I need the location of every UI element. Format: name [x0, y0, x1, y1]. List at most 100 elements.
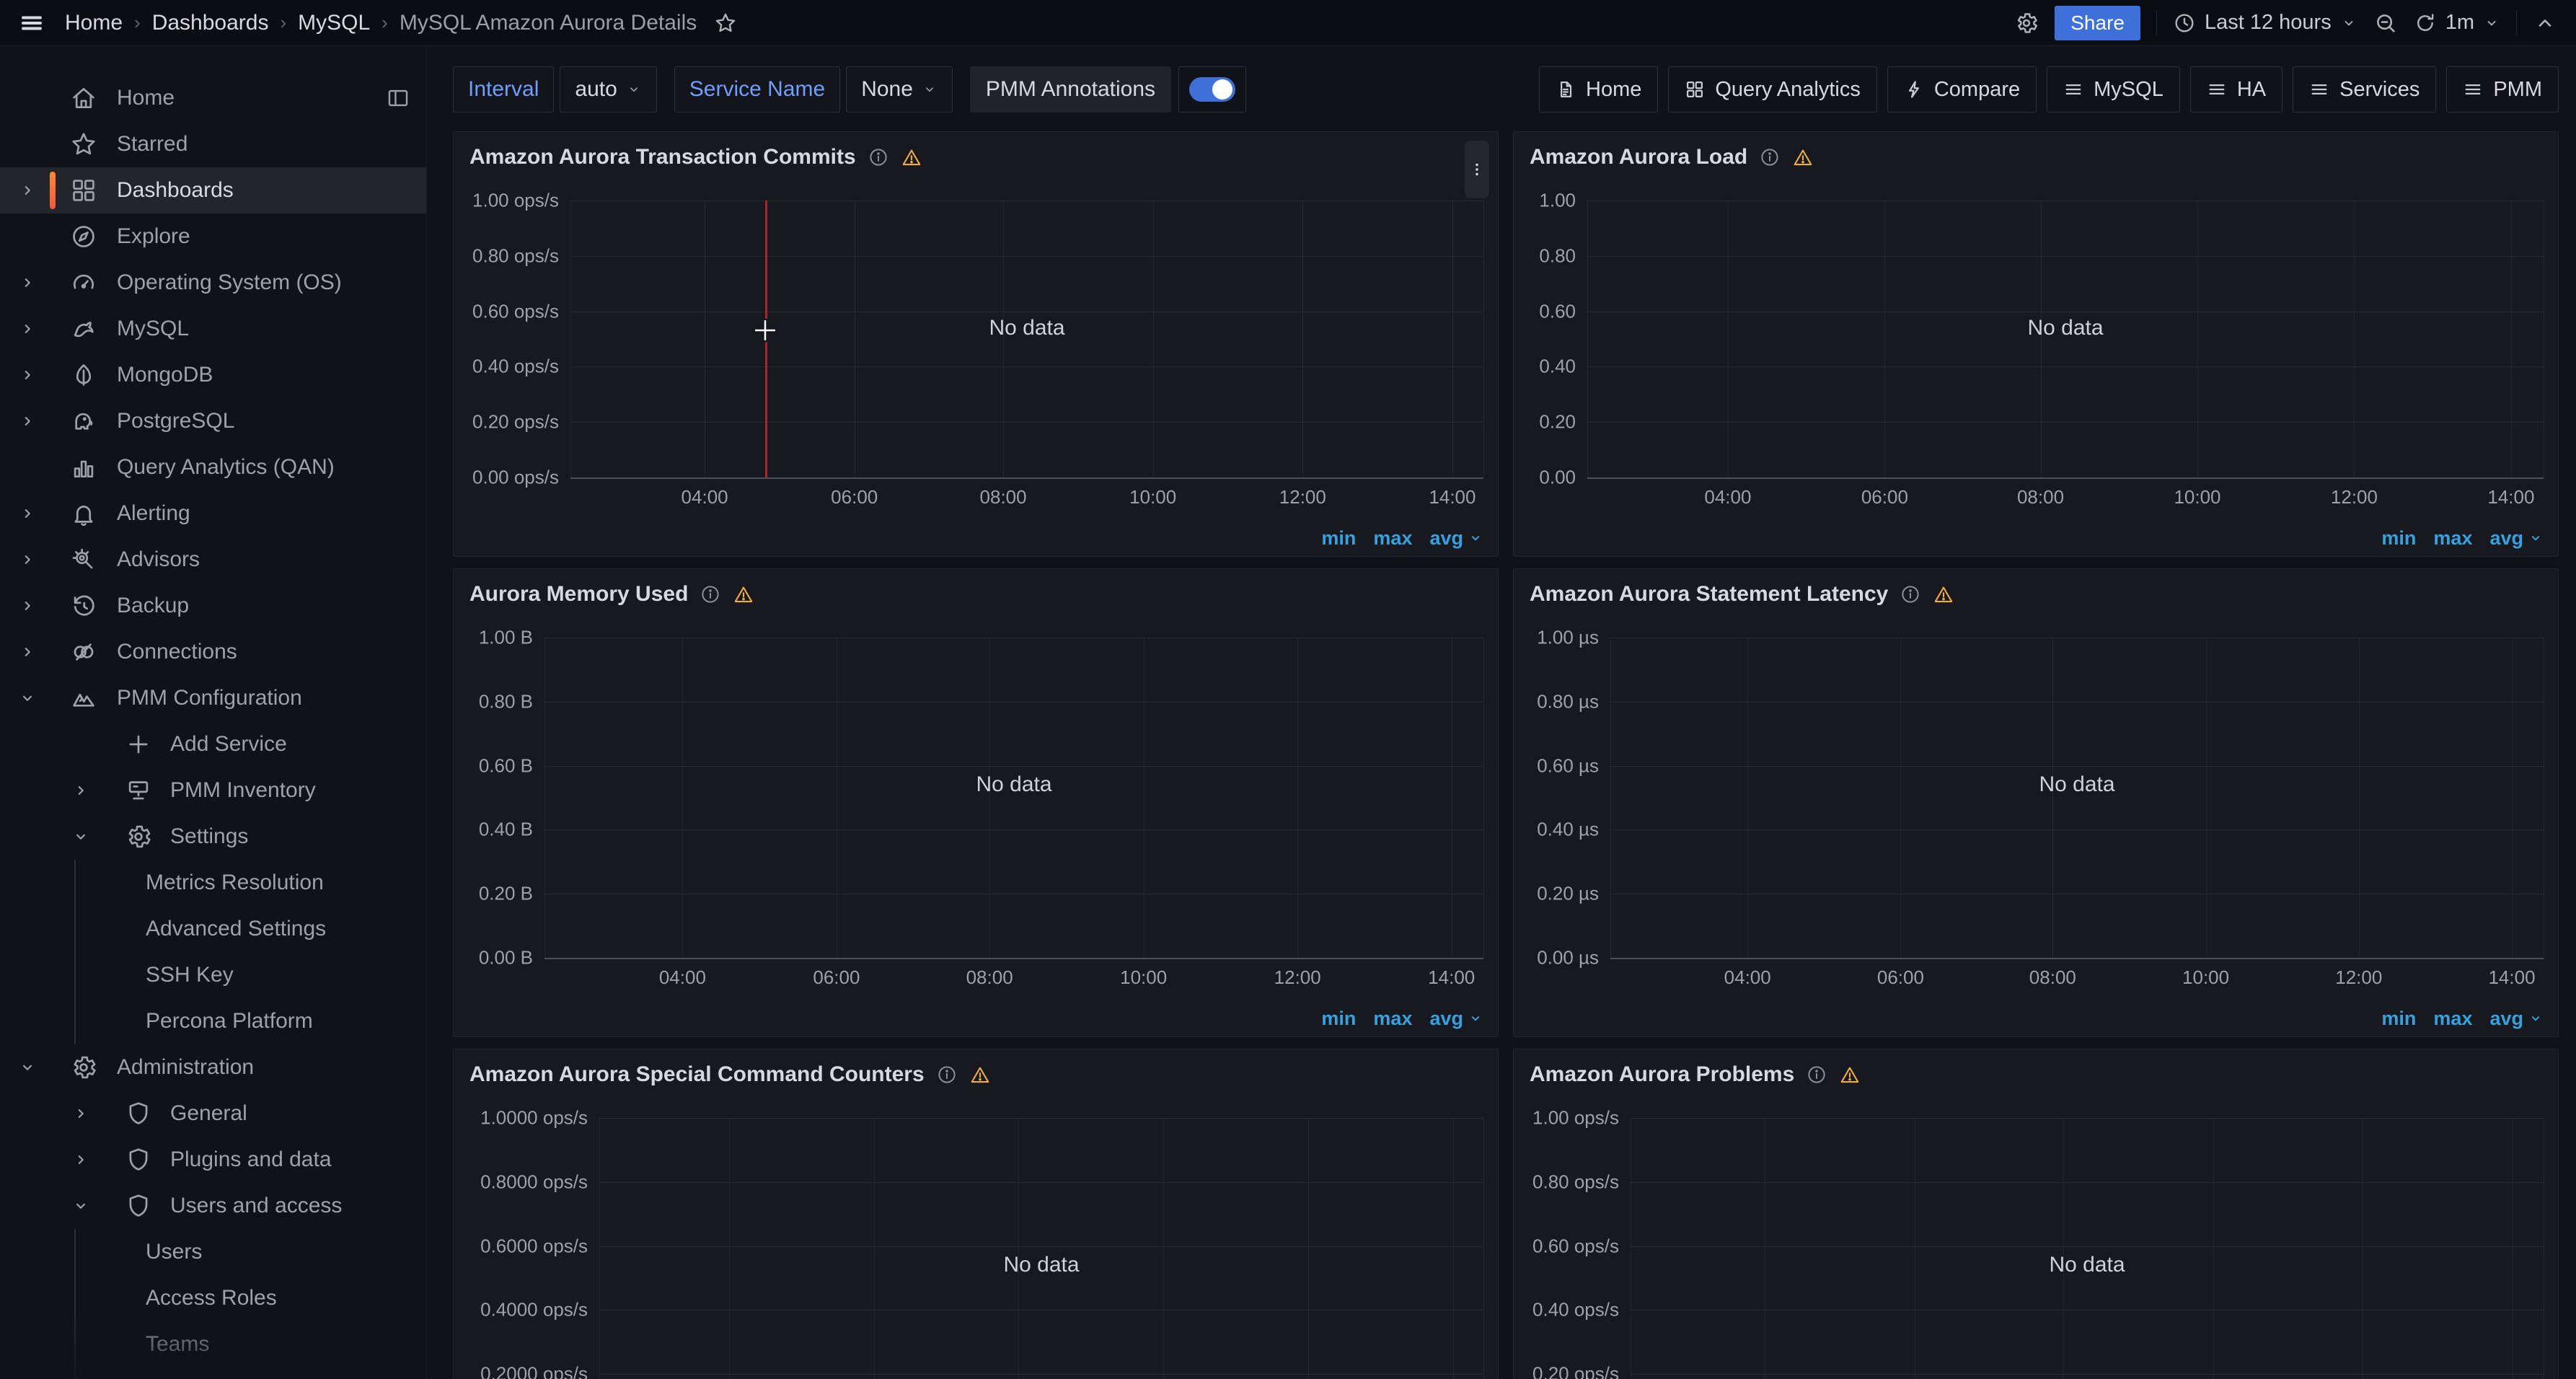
chevron-right-icon[interactable]	[17, 320, 38, 338]
panel-title[interactable]: Amazon Aurora Transaction Commits	[469, 145, 856, 169]
legend-calc-min[interactable]: min	[2381, 1008, 2416, 1030]
breadcrumb-item[interactable]: Dashboards	[152, 11, 269, 35]
legend-calc-min[interactable]: min	[1321, 527, 1356, 550]
sidebar-item-percona-platform[interactable]: Percona Platform	[0, 998, 426, 1044]
sidebar-item-starred[interactable]: Starred	[0, 121, 426, 167]
dashboard-link-mysql[interactable]: MySQL	[2047, 66, 2180, 113]
dashboard-link-compare[interactable]: Compare	[1887, 66, 2037, 113]
dock-sidebar-icon[interactable]	[386, 86, 410, 110]
sidebar-item-advisors[interactable]: Advisors	[0, 537, 426, 583]
chevron-down-icon[interactable]	[17, 1058, 38, 1077]
dashboard-link-home[interactable]: Home	[1539, 66, 1658, 113]
info-icon[interactable]	[1759, 146, 1781, 168]
chevron-down-icon[interactable]	[17, 689, 38, 708]
legend-calc-max[interactable]: max	[2433, 527, 2472, 550]
panel-title[interactable]: Amazon Aurora Statement Latency	[1530, 582, 1888, 607]
sidebar-item-ssh-key[interactable]: SSH Key	[0, 952, 426, 998]
info-icon[interactable]	[936, 1064, 958, 1085]
service-name-dropdown[interactable]: None	[846, 66, 953, 113]
legend-calc-avg[interactable]: avg	[1429, 1008, 1483, 1030]
sidebar-item-pmm-inventory[interactable]: PMM Inventory	[0, 767, 426, 814]
panel-title[interactable]: Amazon Aurora Special Command Counters	[469, 1062, 925, 1087]
chevron-right-icon[interactable]	[17, 366, 38, 384]
sidebar-item-alerting[interactable]: Alerting	[0, 490, 426, 537]
star-dashboard-icon[interactable]	[714, 12, 737, 35]
chevron-right-icon[interactable]	[17, 412, 38, 431]
legend-calc-max[interactable]: max	[1373, 527, 1412, 550]
sidebar-item-administration[interactable]: Administration	[0, 1044, 426, 1091]
sidebar-item-users[interactable]: Users	[0, 1229, 426, 1275]
sidebar-item-operating-system-os[interactable]: Operating System (OS)	[0, 260, 426, 306]
sidebar-item-teams[interactable]: Teams	[0, 1321, 426, 1367]
share-button[interactable]: Share	[2055, 6, 2140, 40]
legend-calc-avg[interactable]: avg	[2489, 527, 2544, 550]
plot-area[interactable]: No data	[599, 1118, 1483, 1379]
chevron-down-icon[interactable]	[2483, 14, 2500, 32]
caret-up-icon[interactable]	[2533, 11, 2557, 35]
panel-header[interactable]: Amazon Aurora Special Command Counters	[454, 1049, 1498, 1094]
sidebar-item-explore[interactable]: Explore	[0, 213, 426, 260]
chevron-down-icon[interactable]	[71, 827, 91, 846]
legend-calc-min[interactable]: min	[1321, 1008, 1356, 1030]
sidebar-item-postgresql[interactable]: PostgreSQL	[0, 398, 426, 444]
warning-icon[interactable]	[1933, 583, 1954, 605]
chevron-down-icon[interactable]	[71, 1197, 91, 1215]
legend-calc-max[interactable]: max	[2433, 1008, 2472, 1030]
dashboard-link-services[interactable]: Services	[2293, 66, 2436, 113]
sidebar-item-users-and-access[interactable]: Users and access	[0, 1183, 426, 1229]
dashboard-settings-icon[interactable]	[2014, 11, 2039, 35]
legend-calc-max[interactable]: max	[1373, 1008, 1412, 1030]
time-range-picker[interactable]: Last 12 hours	[2173, 11, 2357, 35]
pmm-annotations-toggle[interactable]	[1178, 66, 1246, 113]
warning-icon[interactable]	[901, 146, 922, 168]
warning-icon[interactable]	[733, 583, 754, 605]
warning-icon[interactable]	[1792, 146, 1814, 168]
panel-header[interactable]: Aurora Memory Used	[454, 569, 1498, 614]
plot-area[interactable]: No data	[1610, 638, 2544, 958]
panel-title[interactable]: Amazon Aurora Problems	[1530, 1062, 1794, 1087]
panel-menu-kebab[interactable]	[1465, 141, 1489, 198]
panel-title[interactable]: Amazon Aurora Load	[1530, 145, 1747, 169]
sidebar-item-connections[interactable]: Connections	[0, 629, 426, 675]
refresh-icon[interactable]	[2414, 12, 2437, 35]
plot-area[interactable]: No data	[570, 201, 1483, 477]
panel-header[interactable]: Amazon Aurora Load	[1514, 132, 2558, 177]
dashboard-link-query-analytics[interactable]: Query Analytics	[1668, 66, 1876, 113]
plot-area[interactable]: No data	[1587, 201, 2544, 477]
refresh-interval-label[interactable]: 1m	[2445, 11, 2474, 35]
warning-icon[interactable]	[1839, 1064, 1861, 1085]
legend-calc-min[interactable]: min	[2381, 527, 2416, 550]
panel-header[interactable]: Amazon Aurora Problems	[1514, 1049, 2558, 1094]
sidebar-item-dashboards[interactable]: Dashboards	[0, 167, 426, 213]
panel-title[interactable]: Aurora Memory Used	[469, 582, 688, 607]
sidebar-item-advanced-settings[interactable]: Advanced Settings	[0, 906, 426, 952]
info-icon[interactable]	[1900, 583, 1921, 605]
legend-calc-avg[interactable]: avg	[2489, 1008, 2544, 1030]
sidebar-item-mongodb[interactable]: MongoDB	[0, 352, 426, 398]
sidebar-item-access-roles[interactable]: Access Roles	[0, 1275, 426, 1321]
plot-area[interactable]: No data	[1631, 1118, 2544, 1379]
chevron-right-icon[interactable]	[71, 781, 91, 800]
dashboard-link-ha[interactable]: HA	[2190, 66, 2282, 113]
chevron-right-icon[interactable]	[17, 181, 38, 200]
info-icon[interactable]	[1806, 1064, 1827, 1085]
legend-calc-avg[interactable]: avg	[1429, 527, 1483, 550]
zoom-out-icon[interactable]	[2373, 11, 2398, 35]
info-icon[interactable]	[868, 146, 889, 168]
panel-header[interactable]: Amazon Aurora Statement Latency	[1514, 569, 2558, 614]
panel-header[interactable]: Amazon Aurora Transaction Commits	[454, 132, 1498, 177]
sidebar-item-add-service[interactable]: Add Service	[0, 721, 426, 767]
breadcrumb-item[interactable]: Home	[65, 11, 123, 35]
warning-icon[interactable]	[969, 1064, 991, 1085]
plot-area[interactable]: No data	[544, 638, 1483, 958]
dashboard-link-pmm[interactable]: PMM	[2446, 66, 2559, 113]
info-icon[interactable]	[700, 583, 721, 605]
sidebar-item-pmm-configuration[interactable]: PMM Configuration	[0, 675, 426, 721]
sidebar-item-plugins-and-data[interactable]: Plugins and data	[0, 1137, 426, 1183]
interval-dropdown[interactable]: auto	[560, 66, 656, 113]
chevron-right-icon[interactable]	[17, 643, 38, 661]
sidebar-item-settings[interactable]: Settings	[0, 814, 426, 860]
chevron-right-icon[interactable]	[71, 1104, 91, 1123]
sidebar-item-home[interactable]: Home	[0, 75, 426, 121]
sidebar-item-query-analytics-qan[interactable]: Query Analytics (QAN)	[0, 444, 426, 490]
